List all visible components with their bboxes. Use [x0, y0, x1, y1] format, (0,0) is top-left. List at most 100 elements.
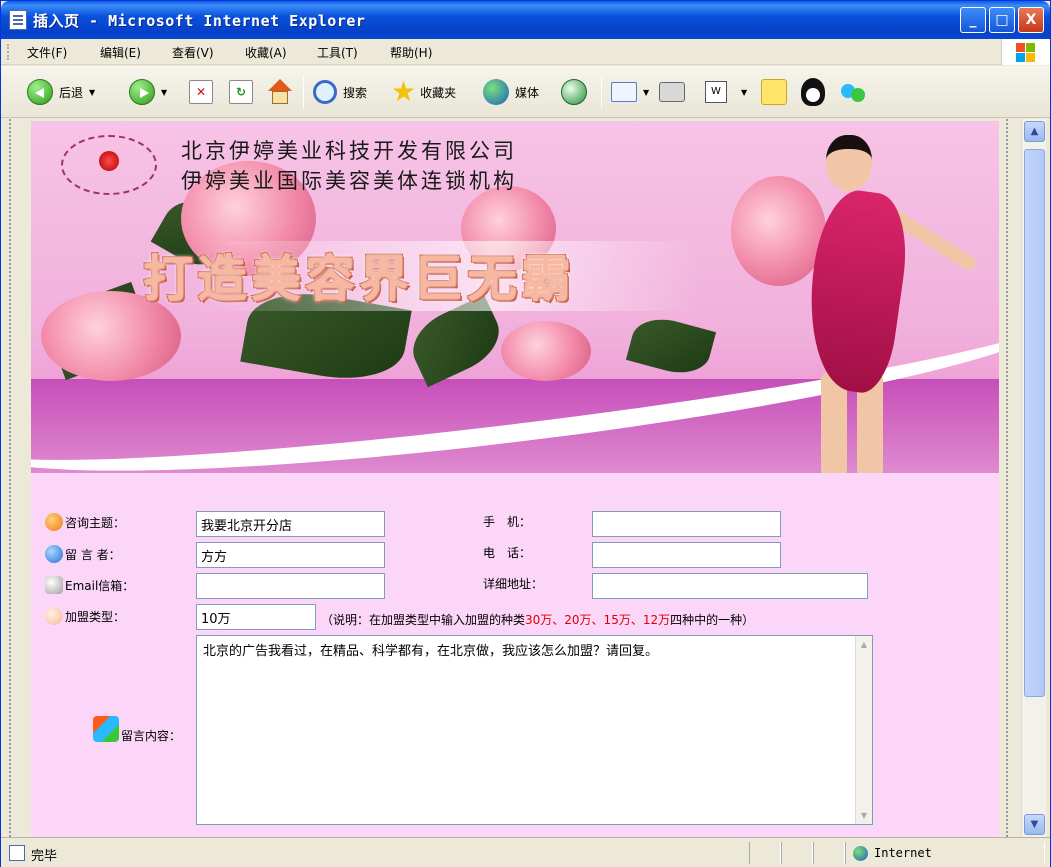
subject-input[interactable]: 我要北京开分店	[196, 511, 385, 537]
home-icon	[267, 79, 293, 105]
scroll-up-icon[interactable]: ▲	[856, 636, 872, 653]
browser-window: 插入页 - Microsoft Internet Explorer _ □ X …	[0, 0, 1051, 867]
author-label-text: 留 言 者：	[65, 547, 121, 562]
msn-button[interactable]	[841, 78, 867, 106]
address-input[interactable]	[592, 573, 868, 599]
messenger-button[interactable]	[801, 78, 825, 106]
search-button[interactable]: 搜索	[313, 78, 367, 106]
home-button[interactable]	[267, 78, 293, 106]
beauty-flower-logo	[53, 133, 161, 195]
history-icon	[561, 79, 587, 105]
menu-help[interactable]: 帮助(H)	[390, 44, 432, 61]
toolbar-separator	[303, 76, 304, 108]
zone-text: Internet	[874, 846, 932, 860]
forward-arrow-icon	[129, 79, 155, 105]
favorites-star-icon: ★	[391, 75, 417, 108]
toolbar-grip[interactable]	[7, 44, 10, 60]
printer-icon	[45, 576, 63, 594]
banner-slogan: 打造美容界巨无霸	[143, 249, 575, 308]
apple-icon	[45, 545, 63, 563]
note-options: 30万、20万、15万、12万	[525, 613, 671, 627]
stop-button[interactable]: ✕	[189, 78, 213, 106]
status-panel	[781, 842, 813, 864]
apple-icon	[45, 513, 63, 531]
page-scrollbar[interactable]: ▲ ▼	[1021, 119, 1046, 837]
menu-file[interactable]: 文件(F)	[27, 44, 67, 61]
franchise-note: （说明：在加盟类型中输入加盟的种类30万、20万、15万、12万四种中的一种）	[321, 611, 754, 628]
phone-input[interactable]	[592, 542, 781, 568]
media-button[interactable]: 媒体	[483, 78, 539, 106]
message-label: 留言内容：	[93, 713, 181, 744]
title-bar[interactable]: 插入页 - Microsoft Internet Explorer _ □ X	[1, 1, 1050, 39]
model-photo	[781, 131, 999, 473]
status-bar: 完毕 Internet	[1, 837, 1050, 867]
franchise-label: 加盟类型：	[45, 607, 125, 625]
message-text: 北京的广告我看过，在精品、科学都有，在北京做，我应该怎么加盟？请回复。	[203, 644, 659, 659]
favorites-label: 收藏夹	[420, 85, 457, 100]
back-button[interactable]: 后退 ▼	[27, 78, 95, 106]
author-input[interactable]: 方方	[196, 542, 385, 568]
company-name: 北京伊婷美业科技开发有限公司	[181, 139, 517, 163]
toolbar: 后退 ▼ ▼ ✕ ↻ 搜索 ★ 收藏夹 媒体 ▼ W ▼	[1, 66, 1050, 118]
mobile-input[interactable]	[592, 511, 781, 537]
page-icon	[9, 10, 27, 30]
forward-dropdown-icon[interactable]: ▼	[161, 88, 167, 97]
mail-dropdown-icon[interactable]: ▼	[643, 88, 649, 97]
phone-label: 电 话：	[483, 546, 532, 560]
edit-button[interactable]: W ▼	[705, 78, 747, 106]
stop-icon: ✕	[189, 80, 213, 104]
scroll-thumb[interactable]	[1024, 149, 1045, 697]
menu-view[interactable]: 查看(V)	[172, 44, 214, 61]
scroll-down-icon[interactable]: ▼	[856, 807, 872, 824]
email-label: Email信箱：	[45, 576, 134, 594]
franchise-label-text: 加盟类型：	[65, 609, 126, 624]
menu-edit[interactable]: 编辑(E)	[100, 44, 141, 61]
cubes-icon	[93, 715, 119, 742]
scroll-down-icon[interactable]: ▼	[1024, 814, 1045, 835]
address-label: 详细地址：	[483, 577, 544, 591]
menu-favorites[interactable]: 收藏(A)	[245, 44, 287, 61]
close-button[interactable]: X	[1018, 7, 1044, 33]
window-title: 插入页 - Microsoft Internet Explorer	[33, 12, 366, 30]
mail-button[interactable]: ▼	[611, 78, 649, 106]
status-panel	[749, 842, 781, 864]
favorites-button[interactable]: ★ 收藏夹	[391, 78, 456, 106]
media-label: 媒体	[515, 85, 540, 100]
edit-icon: W	[705, 81, 727, 103]
email-input[interactable]	[196, 573, 385, 599]
people-icon	[841, 80, 867, 104]
media-globe-icon	[483, 79, 509, 105]
internet-globe-icon	[853, 846, 868, 861]
banner-image: 北京伊婷美业科技开发有限公司 伊婷美业国际美容美体连锁机构 打造美容界巨无霸	[31, 121, 999, 473]
message-label-text: 留言内容：	[121, 729, 182, 743]
penguin-icon	[801, 78, 825, 106]
discuss-button[interactable]	[761, 78, 787, 106]
subject-label: 咨询主题：	[45, 513, 125, 531]
print-button[interactable]	[659, 78, 685, 106]
page-done-icon	[9, 845, 25, 861]
message-textarea[interactable]: 北京的广告我看过，在精品、科学都有，在北京做，我应该怎么加盟？请回复。 ▲ ▼	[196, 635, 873, 825]
rose-decoration	[501, 321, 591, 381]
edit-dropdown-icon[interactable]: ▼	[741, 88, 747, 97]
email-label-text: Email信箱：	[65, 578, 135, 593]
mobile-label: 手 机：	[483, 515, 532, 529]
franchise-input[interactable]: 10万	[196, 604, 316, 630]
refresh-button[interactable]: ↻	[229, 78, 253, 106]
scroll-up-icon[interactable]: ▲	[1024, 121, 1045, 142]
minimize-button[interactable]: _	[960, 7, 986, 33]
inquiry-form: 咨询主题： 我要北京开分店 留 言 者： 方方 Email信箱： 加盟类型： 1…	[31, 473, 999, 837]
frame-border-right	[1006, 119, 1008, 837]
subject-label-text: 咨询主题：	[65, 515, 126, 530]
menu-tools[interactable]: 工具(T)	[317, 44, 358, 61]
maximize-button[interactable]: □	[989, 7, 1015, 33]
forward-button[interactable]: ▼	[129, 78, 167, 106]
web-page: 北京伊婷美业科技开发有限公司 伊婷美业国际美容美体连锁机构 打造美容界巨无霸 咨…	[31, 121, 999, 837]
history-button[interactable]	[561, 78, 587, 106]
back-dropdown-icon[interactable]: ▼	[89, 88, 95, 97]
print-icon	[659, 82, 685, 102]
textarea-scrollbar[interactable]: ▲ ▼	[855, 636, 872, 824]
company-subtitle: 伊婷美业国际美容美体连锁机构	[181, 169, 517, 193]
mail-icon	[611, 82, 637, 102]
menu-bar: 文件(F) 编辑(E) 查看(V) 收藏(A) 工具(T) 帮助(H)	[1, 39, 1050, 65]
search-label: 搜索	[343, 85, 368, 100]
